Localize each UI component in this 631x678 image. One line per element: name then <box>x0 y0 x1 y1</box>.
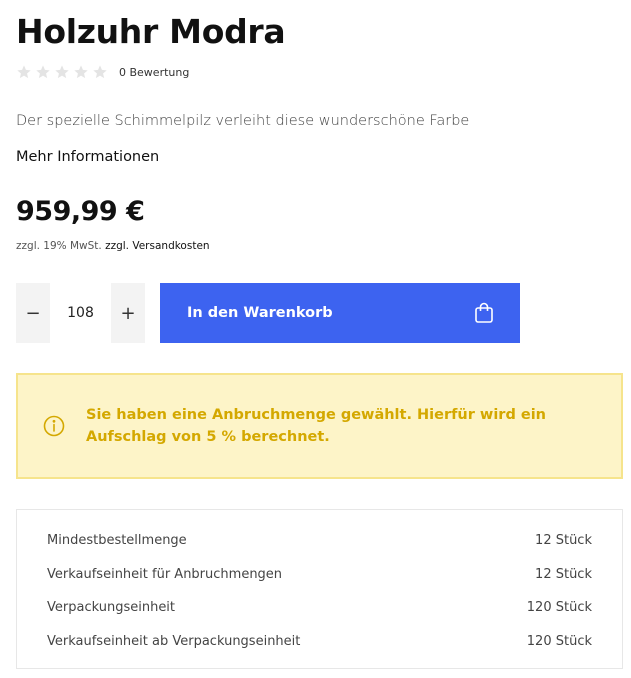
more-info-link[interactable]: Mehr Informationen <box>16 149 159 165</box>
surcharge-alert: Sie haben eine Anbruchmenge gewählt. Hie… <box>16 373 623 479</box>
alert-message: Sie haben eine Anbruchmenge gewählt. Hie… <box>86 407 547 445</box>
info-icon <box>43 415 65 437</box>
rating-count[interactable]: 0 Bewertung <box>119 66 189 79</box>
quantity-input[interactable] <box>50 283 111 343</box>
star-icon <box>16 64 32 80</box>
product-details-table: Mindestbestellmenge 12 Stück Verkaufsein… <box>16 509 623 669</box>
tax-note: zzgl. 19% MwSt. zzgl. Versandkosten <box>16 240 210 252</box>
add-to-cart-label: In den Warenkorb <box>187 305 333 321</box>
quantity-decrement-button[interactable]: − <box>16 283 50 343</box>
details-label: Verpackungseinheit <box>47 600 176 616</box>
product-price: 959,99 € <box>16 196 145 227</box>
details-label: Verkaufseinheit für Anbruchmengen <box>47 566 283 582</box>
details-value: 120 Stück <box>526 633 592 649</box>
details-label: Verkaufseinheit ab Verpackungseinheit <box>47 633 301 649</box>
quantity-increment-button[interactable]: + <box>111 283 145 343</box>
details-row: Mindestbestellmenge 12 Stück <box>47 524 592 558</box>
product-rating[interactable]: 0 Bewertung <box>16 64 189 80</box>
star-icon <box>73 64 89 80</box>
quantity-stepper: − + <box>16 283 145 343</box>
details-label: Mindestbestellmenge <box>47 533 187 549</box>
details-value: 12 Stück <box>535 533 592 549</box>
star-icon <box>35 64 51 80</box>
product-title: Holzuhr Modra <box>16 12 286 51</box>
details-row: Verkaufseinheit für Anbruchmengen 12 Stü… <box>47 558 592 592</box>
add-to-cart-button[interactable]: In den Warenkorb <box>160 283 520 343</box>
star-icon <box>92 64 108 80</box>
shopping-bag-icon <box>474 302 494 324</box>
shipping-costs-link[interactable]: zzgl. Versandkosten <box>105 240 209 252</box>
tax-note-text: zzgl. 19% MwSt. <box>16 240 102 252</box>
details-row: Verpackungseinheit 120 Stück <box>47 591 592 625</box>
details-row: Verkaufseinheit ab Verpackungseinheit 12… <box>47 625 592 659</box>
details-value: 120 Stück <box>526 600 592 616</box>
details-value: 12 Stück <box>535 566 592 582</box>
product-description: Der spezielle Schimmelpilz verleiht dies… <box>16 113 470 129</box>
star-icon <box>54 64 70 80</box>
rating-stars <box>16 64 108 80</box>
